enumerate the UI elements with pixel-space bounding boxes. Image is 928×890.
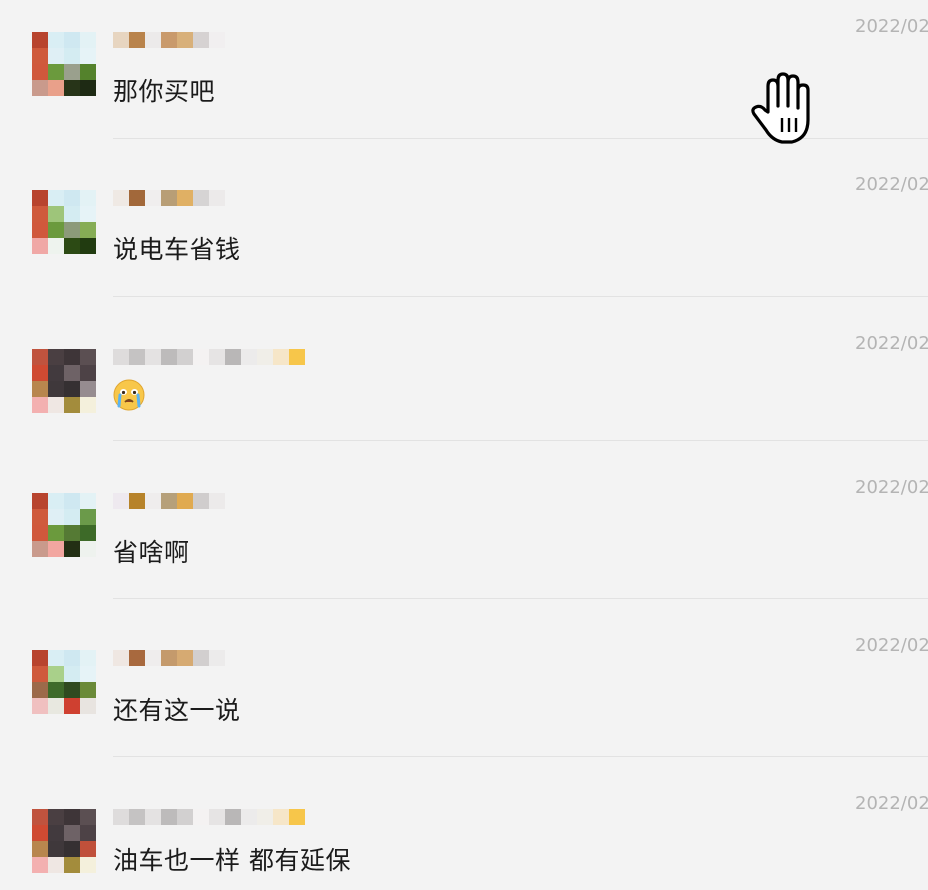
comment-text: 省啥啊 (113, 538, 190, 567)
avatar[interactable] (32, 32, 96, 96)
comment-item[interactable]: 说电车省钱 2022/02 (0, 139, 928, 297)
comment-timestamp: 2022/02 (855, 793, 928, 814)
comment-text: 还有这一说 (113, 696, 241, 725)
comment-timestamp: 2022/02 (855, 16, 928, 37)
username-blurred[interactable] (113, 349, 305, 365)
comment-timestamp: 2022/02 (855, 333, 928, 354)
avatar[interactable] (32, 349, 96, 413)
comment-timestamp: 2022/02 (855, 174, 928, 195)
comment-text: 那你买吧 (113, 77, 216, 106)
avatar[interactable] (32, 190, 96, 254)
comment-text: 说电车省钱 (113, 235, 241, 264)
hand-cursor-icon (751, 72, 810, 144)
comment-timestamp: 2022/02 (855, 477, 928, 498)
crying-face-icon (113, 379, 145, 411)
username-blurred[interactable] (113, 493, 225, 509)
username-blurred[interactable] (113, 650, 225, 666)
username-blurred[interactable] (113, 190, 225, 206)
avatar[interactable] (32, 493, 96, 557)
comment-text (113, 379, 145, 411)
comment-text: 油车也一样 都有延保 (113, 846, 351, 875)
comment-item[interactable]: 2022/02 (0, 297, 928, 441)
comment-item[interactable]: 油车也一样 都有延保 2022/02 (0, 757, 928, 890)
comment-item[interactable]: 还有这一说 2022/02 (0, 599, 928, 757)
avatar[interactable] (32, 809, 96, 873)
username-blurred[interactable] (113, 809, 305, 825)
username-blurred[interactable] (113, 32, 225, 48)
comment-timestamp: 2022/02 (855, 635, 928, 656)
comment-item[interactable]: 省啥啊 2022/02 (0, 441, 928, 599)
avatar[interactable] (32, 650, 96, 714)
